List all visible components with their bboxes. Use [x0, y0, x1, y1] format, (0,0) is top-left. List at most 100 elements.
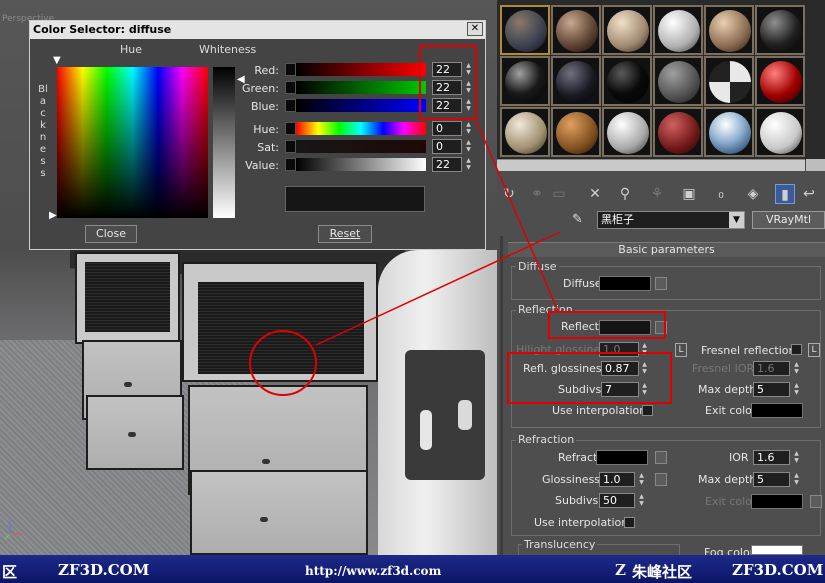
- material-slot[interactable]: [704, 56, 754, 106]
- lock-hilight-button[interactable]: L: [675, 343, 687, 357]
- diffuse-color-swatch[interactable]: [599, 276, 651, 291]
- sat-input[interactable]: 0: [432, 139, 462, 154]
- refl-exit-color-label: Exit color: [705, 404, 757, 417]
- rollout-title[interactable]: Basic parameters: [508, 242, 825, 257]
- material-slot[interactable]: [755, 5, 805, 55]
- ior-spinner[interactable]: ▲ ▼: [792, 450, 801, 465]
- value-input[interactable]: 22: [432, 157, 462, 172]
- banner-left-char: 区: [2, 563, 18, 581]
- banner-url: http://www.zf3d.com: [305, 564, 442, 578]
- hue-marker-icon[interactable]: ▼: [53, 55, 61, 66]
- material-slot[interactable]: [704, 5, 754, 55]
- material-slot[interactable]: [551, 5, 601, 55]
- material-slot[interactable]: [602, 5, 652, 55]
- hue-blackness-field[interactable]: [57, 67, 208, 218]
- close-icon[interactable]: ✕: [467, 22, 483, 36]
- blackness-marker-icon[interactable]: ▶: [49, 210, 57, 221]
- refr-subdivs-spinner[interactable]: ▲ ▼: [637, 493, 646, 508]
- drawer-right-2: [190, 470, 368, 555]
- material-slot[interactable]: [653, 56, 703, 106]
- hue-input[interactable]: 0: [432, 121, 462, 136]
- material-slot[interactable]: [500, 5, 550, 55]
- close-button[interactable]: Close: [85, 225, 137, 243]
- translucency-group-title: Translucency: [522, 538, 598, 551]
- refr-max-depth-input[interactable]: 5: [753, 472, 790, 487]
- refr-max-depth-spinner[interactable]: ▲ ▼: [792, 472, 801, 487]
- value-spinner[interactable]: ▲ ▼: [464, 157, 473, 172]
- green-slider[interactable]: [296, 81, 426, 94]
- dispenser-tap: [458, 400, 472, 430]
- material-type-button[interactable]: VRayMtl: [752, 211, 825, 229]
- material-effects-icon[interactable]: ▣: [679, 184, 699, 204]
- blackness-label: Blackness: [38, 84, 48, 179]
- hue-label: Hue:: [253, 123, 279, 136]
- lock-fresnel-ior-button[interactable]: L: [808, 343, 820, 357]
- go-forward-icon[interactable]: ↩: [799, 184, 819, 204]
- refr-exit-color-swatch[interactable]: [751, 494, 803, 509]
- eyedropper-icon[interactable]: ✎: [572, 212, 590, 228]
- hue-slider[interactable]: [296, 122, 426, 135]
- refr-exit-color-label: Exit color: [705, 495, 757, 508]
- ior-input[interactable]: 1.6: [753, 450, 790, 465]
- material-slot[interactable]: [653, 107, 703, 157]
- fresnel-ior-input[interactable]: 1.6: [753, 361, 790, 376]
- red-swatch: [285, 63, 296, 76]
- material-slot[interactable]: [551, 107, 601, 157]
- refr-exit-map-button[interactable]: [810, 495, 822, 508]
- material-slot[interactable]: [500, 56, 550, 106]
- reset-map-icon[interactable]: ✕: [585, 184, 605, 204]
- go-to-parent-icon[interactable]: ▮: [775, 184, 795, 204]
- refr-subdivs-input[interactable]: 50: [599, 493, 635, 508]
- show-end-result-icon[interactable]: ◈: [743, 184, 763, 204]
- chevron-down-icon[interactable]: ▼: [729, 212, 744, 228]
- refl-max-depth-input[interactable]: 5: [753, 382, 790, 397]
- material-sphere: [607, 61, 649, 103]
- material-sphere: [505, 10, 547, 52]
- put-to-scene-icon[interactable]: ⚭: [527, 184, 547, 204]
- value-slider[interactable]: [296, 158, 426, 171]
- material-slot[interactable]: [704, 107, 754, 157]
- fog-color-swatch[interactable]: [751, 545, 803, 555]
- refl-max-depth-spinner[interactable]: ▲ ▼: [792, 382, 801, 397]
- material-sphere: [658, 112, 700, 154]
- material-slot[interactable]: [755, 107, 805, 157]
- cabinet-door-left: [75, 252, 180, 344]
- fresnel-reflections-checkbox[interactable]: [791, 344, 802, 355]
- sat-slider[interactable]: [296, 140, 426, 153]
- value-swatch: [285, 158, 296, 171]
- get-material-icon[interactable]: ↻: [499, 184, 519, 204]
- refr-subdivs-label: Subdivs: [555, 494, 599, 507]
- refr-glossiness-input[interactable]: 1.0: [599, 472, 635, 487]
- red-label: Red:: [254, 64, 279, 77]
- reset-button[interactable]: Reset: [318, 225, 372, 243]
- slot-scrollbar[interactable]: [497, 159, 805, 171]
- material-slot[interactable]: [653, 5, 703, 55]
- refract-color-swatch[interactable]: [596, 450, 648, 465]
- material-slot[interactable]: [551, 56, 601, 106]
- material-slot[interactable]: [755, 56, 805, 106]
- refl-use-interpolation-checkbox[interactable]: [642, 405, 653, 416]
- diffuse-map-button[interactable]: [655, 277, 667, 290]
- material-name-field[interactable]: 黑柜子: [597, 211, 745, 229]
- make-unique-icon[interactable]: ⚲: [615, 184, 635, 204]
- red-slider[interactable]: [296, 63, 426, 76]
- show-map-icon[interactable]: ₀: [711, 184, 731, 204]
- hue-spinner[interactable]: ▲ ▼: [464, 121, 473, 136]
- material-slot[interactable]: [602, 56, 652, 106]
- refr-glossiness-map-button[interactable]: [655, 473, 667, 486]
- material-slot[interactable]: [602, 107, 652, 157]
- slot-scroll-right-button[interactable]: [806, 159, 825, 171]
- put-to-library-icon[interactable]: ⚘: [647, 184, 667, 204]
- refr-use-interpolation-checkbox[interactable]: [624, 517, 635, 528]
- blue-slider[interactable]: [296, 99, 426, 112]
- refract-map-button[interactable]: [655, 451, 667, 464]
- assign-material-icon[interactable]: ▭: [549, 184, 569, 204]
- refl-exit-color-swatch[interactable]: [751, 403, 803, 418]
- fresnel-ior-spinner[interactable]: ▲ ▼: [792, 361, 801, 376]
- material-slot[interactable]: [500, 107, 550, 157]
- material-sphere: [658, 10, 700, 52]
- refr-glossiness-spinner[interactable]: ▲ ▼: [637, 472, 646, 487]
- banner-logo-icon: Z: [615, 561, 626, 579]
- whiteness-bar[interactable]: [213, 67, 235, 218]
- sat-spinner[interactable]: ▲ ▼: [464, 139, 473, 154]
